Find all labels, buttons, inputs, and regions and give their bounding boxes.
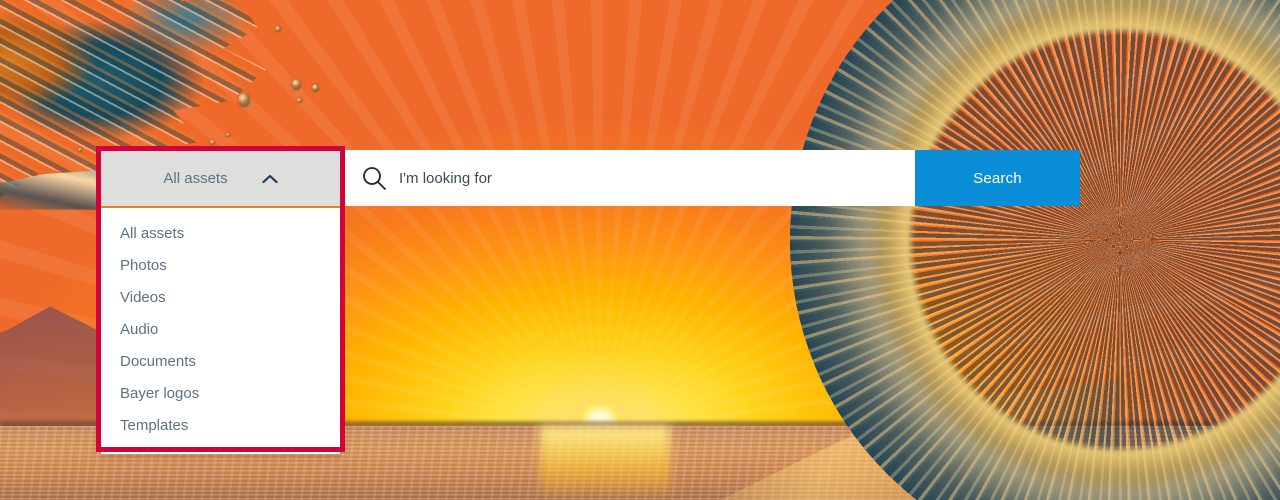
search-field[interactable] bbox=[345, 150, 915, 206]
water-droplet bbox=[275, 26, 281, 32]
search-button[interactable]: Search bbox=[915, 150, 1080, 206]
water-droplet bbox=[226, 133, 230, 137]
water-droplet bbox=[297, 98, 302, 103]
water-droplet bbox=[238, 93, 250, 107]
search-bar: Search bbox=[345, 150, 1080, 206]
search-input[interactable] bbox=[399, 150, 915, 206]
search-icon bbox=[363, 167, 386, 190]
app-window: Search All assets All assets Photos Vide… bbox=[0, 0, 1280, 500]
water-droplet bbox=[78, 148, 82, 152]
water-droplet bbox=[312, 84, 319, 92]
dropdown-highlight-box bbox=[96, 146, 345, 452]
water-droplet bbox=[292, 79, 301, 90]
sun-reflection-path bbox=[540, 426, 670, 500]
water-droplet bbox=[210, 140, 215, 145]
